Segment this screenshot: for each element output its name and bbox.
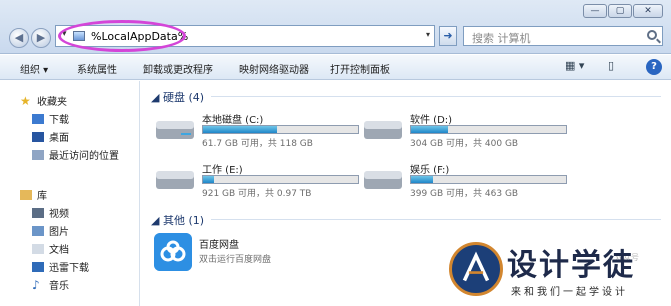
baidu-netdisk-item[interactable]: 百度网盘 双击运行百度网盘 xyxy=(154,233,354,273)
view-options-icon[interactable]: ▦ ▾ xyxy=(565,59,584,72)
map-network-drive-button[interactable]: 映射网络驱动器 xyxy=(239,61,309,76)
go-button[interactable]: ➜ xyxy=(439,26,457,46)
other-header[interactable]: ◢ 其他 (1) xyxy=(151,212,204,228)
hard-drive-icon xyxy=(156,171,194,189)
drive-info: 921 GB 可用，共 0.97 TB xyxy=(202,189,312,199)
picture-icon xyxy=(32,225,44,236)
drive-c[interactable]: 本地磁盘 (C:) 61.7 GB 可用，共 118 GB xyxy=(155,111,365,149)
group-divider xyxy=(211,96,661,97)
nav-pictures[interactable]: 图片 xyxy=(32,223,69,238)
drive-usage-fill xyxy=(411,176,433,183)
highlight-annotation xyxy=(58,20,186,52)
drive-f[interactable]: 娱乐 (F:) 399 GB 可用，共 463 GB xyxy=(363,161,573,199)
nav-documents[interactable]: 文档 xyxy=(32,241,69,256)
drive-info: 304 GB 可用，共 400 GB xyxy=(410,139,519,149)
hard-drive-icon xyxy=(156,121,194,139)
drive-name: 本地磁盘 (C:) xyxy=(202,115,264,126)
nav-pictures-label: 图片 xyxy=(49,227,69,238)
nav-desktop[interactable]: 桌面 xyxy=(32,129,69,144)
drive-usage-bar xyxy=(202,125,359,134)
drive-info: 399 GB 可用，共 463 GB xyxy=(410,189,519,199)
window-controls: — ▢ ✕ xyxy=(583,4,663,18)
download-folder-icon xyxy=(32,113,44,124)
back-button[interactable]: ◀ xyxy=(9,28,29,48)
navigation-pane: ★ 收藏夹 下载 桌面 最近访问的位置 库 视频 图片 文档 迅雷下载 ♪ 音乐 xyxy=(0,81,140,306)
maximize-button[interactable]: ▢ xyxy=(608,4,632,18)
nav-music[interactable]: ♪ 音乐 xyxy=(32,277,69,293)
drive-usage-bar xyxy=(410,125,567,134)
star-icon: ★ xyxy=(20,93,31,108)
nav-videos[interactable]: 视频 xyxy=(32,205,69,220)
nav-recent-label: 最近访问的位置 xyxy=(49,151,119,162)
drive-name: 娱乐 (F:) xyxy=(410,165,450,176)
minimize-button[interactable]: — xyxy=(583,4,607,18)
nav-favorites[interactable]: ★ 收藏夹 xyxy=(20,93,67,109)
recent-places-icon xyxy=(32,149,44,160)
hard-drive-icon xyxy=(364,121,402,139)
organize-button[interactable]: 组织 ▾ xyxy=(20,61,48,76)
nav-thunder-downloads[interactable]: 迅雷下载 xyxy=(32,259,89,274)
nav-downloads-label: 下载 xyxy=(49,115,69,126)
uninstall-program-button[interactable]: 卸载或更改程序 xyxy=(143,61,213,76)
thunder-folder-icon xyxy=(32,261,44,272)
baidu-netdisk-icon xyxy=(154,233,192,271)
document-icon xyxy=(32,243,44,254)
hard-disks-header[interactable]: ◢ 硬盘 (4) xyxy=(151,89,204,105)
window-titlebar: — ▢ ✕ ◀ ▶ ▾ %LocalAppData% ▾ ➜ 搜索 计算机 xyxy=(0,0,671,54)
watermark-title: 设计学徒 xyxy=(507,248,635,283)
drive-usage-fill xyxy=(203,176,214,183)
command-toolbar: 组织 ▾ 系统属性 卸载或更改程序 映射网络驱动器 打开控制面板 ▦ ▾ ▯ ? xyxy=(0,55,671,80)
system-properties-button[interactable]: 系统属性 xyxy=(77,61,117,76)
hard-disks-header-label: 硬盘 (4) xyxy=(162,91,205,104)
preview-pane-icon[interactable]: ▯ xyxy=(608,59,614,72)
desktop-icon xyxy=(32,131,44,142)
nav-favorites-label: 收藏夹 xyxy=(37,97,67,108)
drive-info: 61.7 GB 可用，共 118 GB xyxy=(202,139,313,149)
watermark-logo-icon xyxy=(449,242,503,296)
drive-d[interactable]: 软件 (D:) 304 GB 可用，共 400 GB xyxy=(363,111,573,149)
nav-videos-label: 视频 xyxy=(49,209,69,220)
search-icon[interactable] xyxy=(647,30,657,40)
nav-libraries[interactable]: 库 xyxy=(20,187,47,202)
nav-music-label: 音乐 xyxy=(49,281,69,292)
video-icon xyxy=(32,207,44,218)
drive-usage-fill xyxy=(203,126,278,133)
address-dropdown-icon[interactable]: ▾ xyxy=(426,30,430,39)
app-description: 双击运行百度网盘 xyxy=(199,255,272,265)
help-icon[interactable]: ? xyxy=(646,59,662,75)
app-name: 百度网盘 xyxy=(199,240,239,251)
drive-name: 工作 (E:) xyxy=(202,165,243,176)
drive-usage-fill xyxy=(411,126,449,133)
nav-thunder-label: 迅雷下载 xyxy=(49,263,89,274)
library-icon xyxy=(20,189,32,200)
search-input[interactable]: 搜索 计算机 xyxy=(463,26,663,46)
drive-usage-bar xyxy=(202,175,359,184)
watermark: 双众号 设计学徒 来和我们一起学设计 xyxy=(447,238,671,306)
drive-name: 软件 (D:) xyxy=(410,115,453,126)
search-placeholder: 搜索 计算机 xyxy=(472,32,531,45)
other-header-label: 其他 (1) xyxy=(162,214,205,227)
nav-libraries-label: 库 xyxy=(37,191,47,202)
hard-drive-icon xyxy=(364,171,402,189)
nav-downloads[interactable]: 下载 xyxy=(32,111,69,126)
drive-usage-bar xyxy=(410,175,567,184)
forward-button[interactable]: ▶ xyxy=(31,28,51,48)
group-divider xyxy=(211,219,661,220)
nav-documents-label: 文档 xyxy=(49,245,69,256)
nav-desktop-label: 桌面 xyxy=(49,133,69,144)
open-control-panel-button[interactable]: 打开控制面板 xyxy=(330,61,390,76)
drive-e[interactable]: 工作 (E:) 921 GB 可用，共 0.97 TB xyxy=(155,161,365,199)
nav-recent[interactable]: 最近访问的位置 xyxy=(32,147,119,162)
watermark-subtitle: 来和我们一起学设计 xyxy=(511,287,628,298)
close-button[interactable]: ✕ xyxy=(633,4,663,18)
music-icon: ♪ xyxy=(32,277,40,292)
